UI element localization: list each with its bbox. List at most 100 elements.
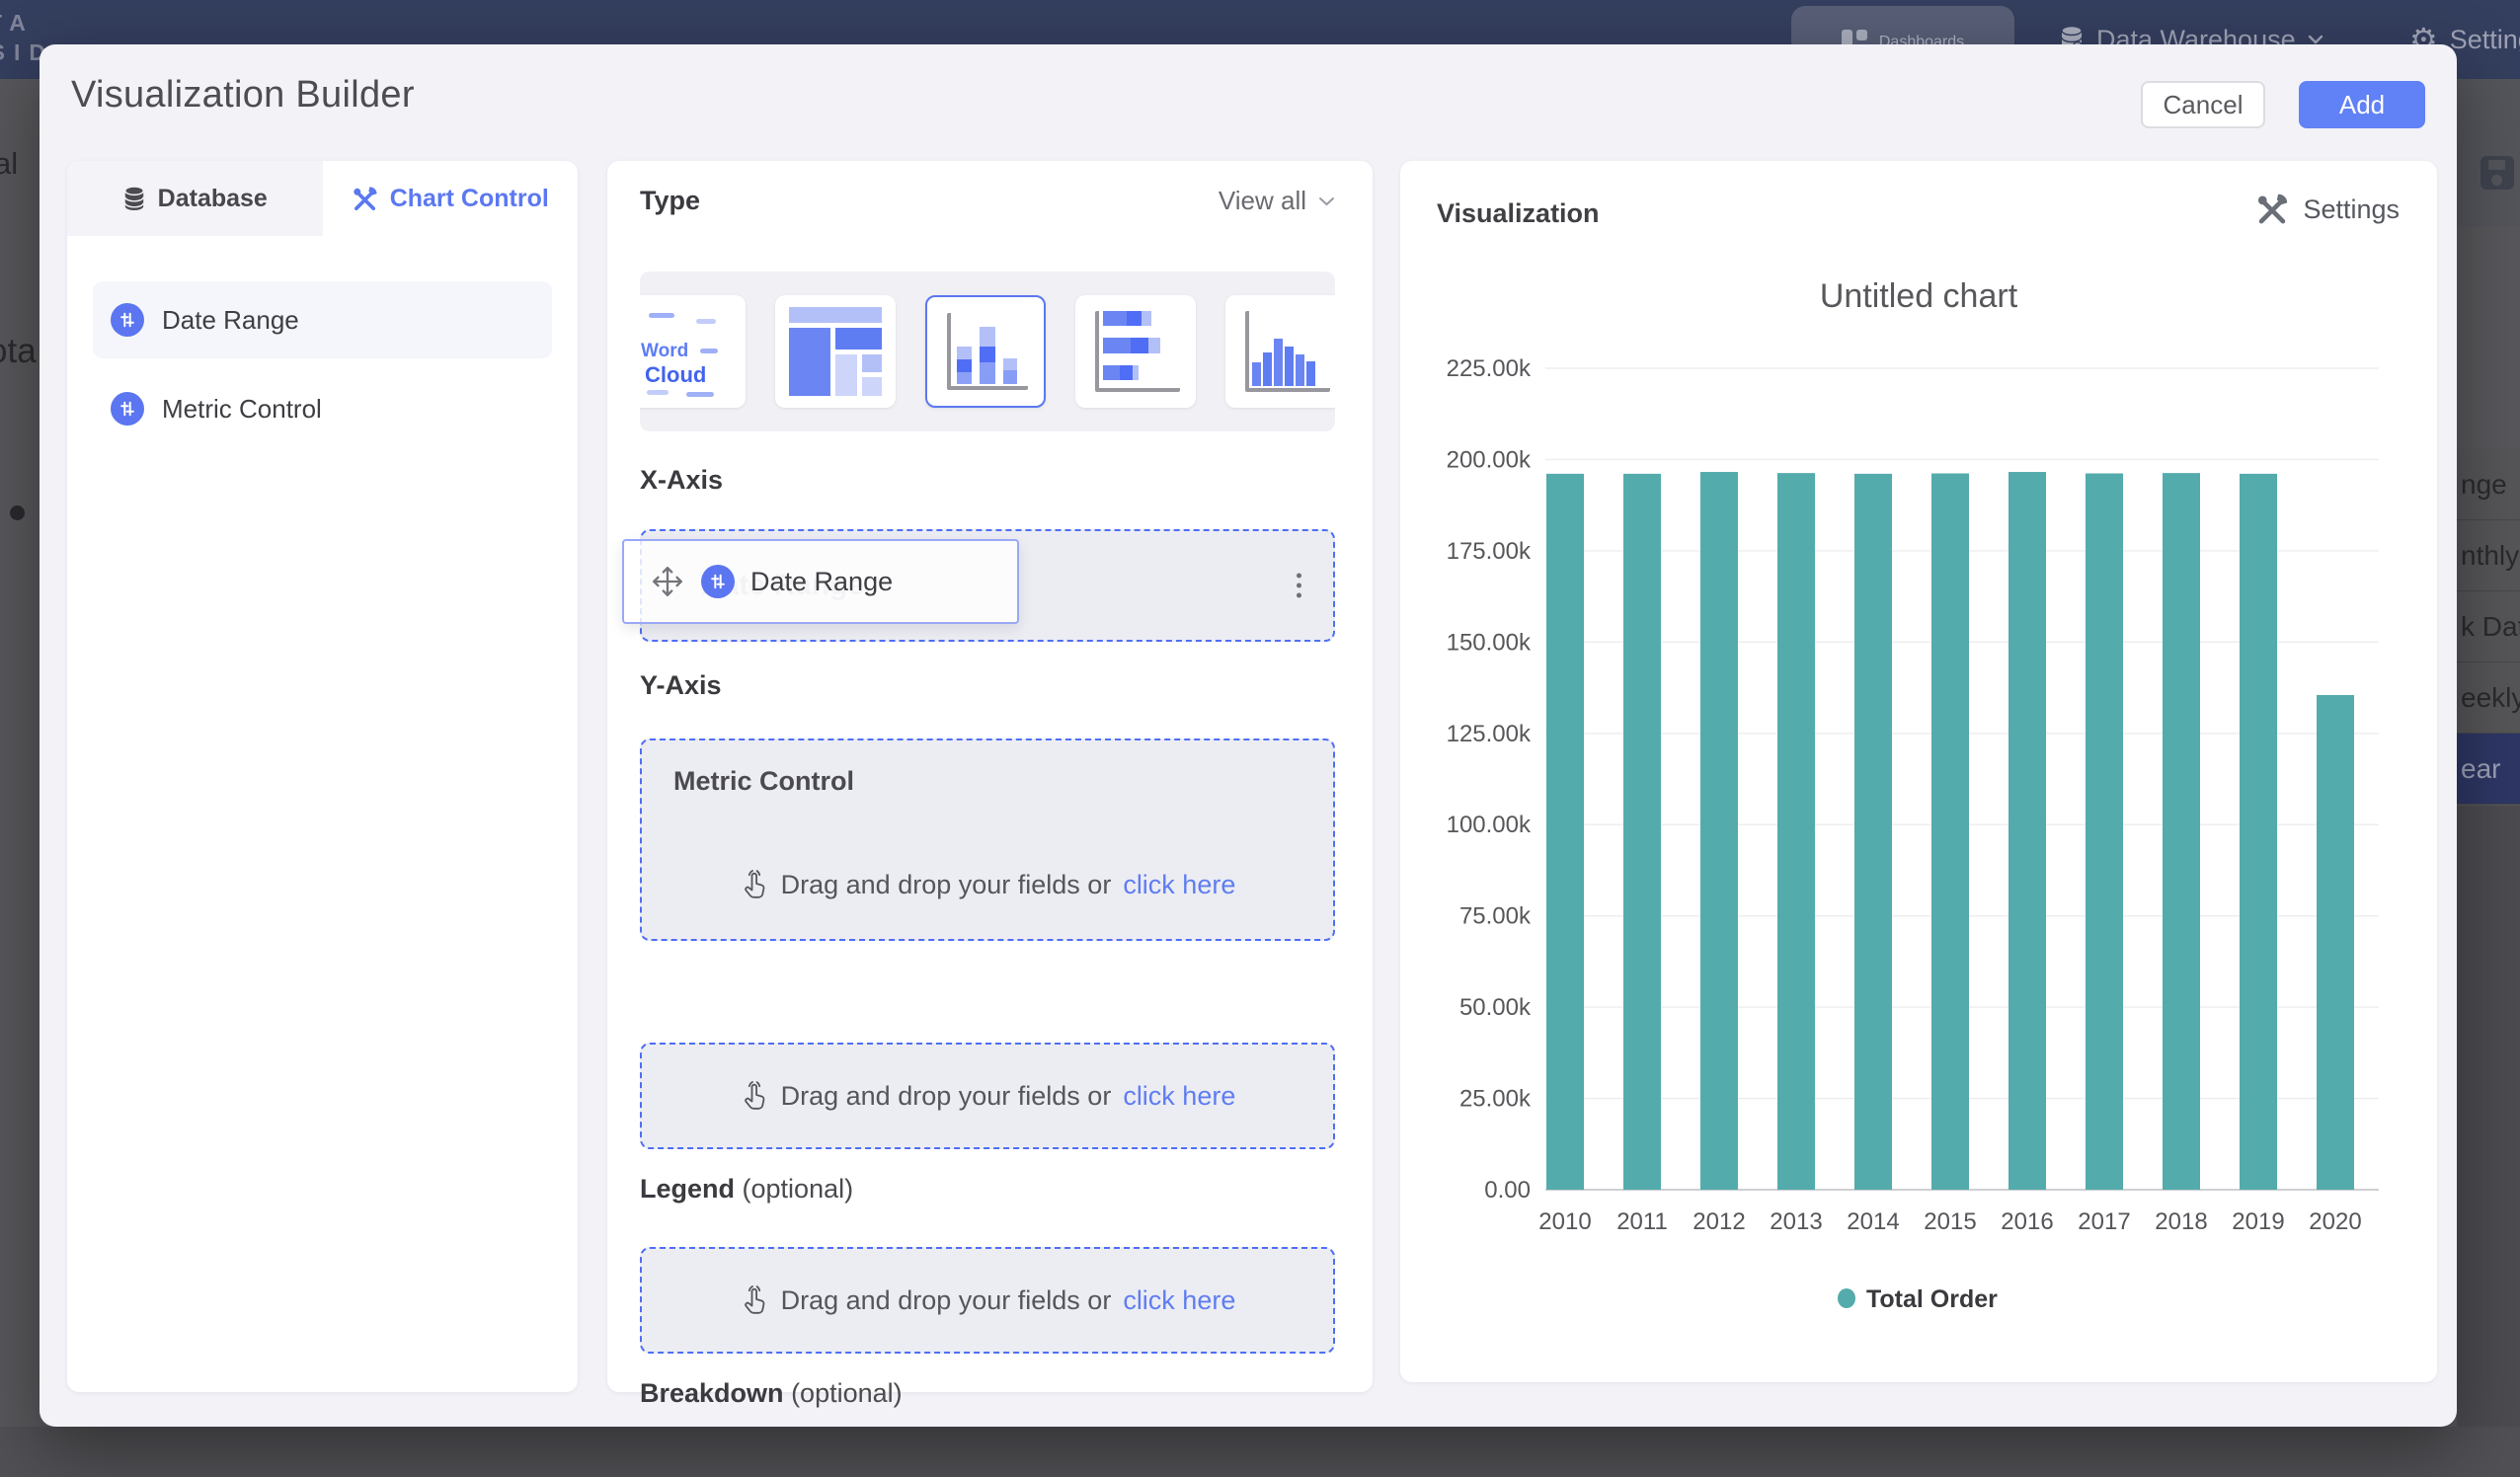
bar-2018 — [2163, 473, 2200, 1190]
word-cloud-text: Cloud — [645, 362, 706, 388]
screen: al ota nge nthly k Date eekly ear ATA NS… — [0, 0, 2520, 1477]
background-panel — [2457, 806, 2520, 1427]
control-icon — [701, 565, 735, 598]
view-all-dropdown[interactable]: View all — [1219, 186, 1335, 216]
field-item-metric-control[interactable]: Metric Control — [93, 370, 552, 447]
legend-heading: Legend (optional) — [640, 1174, 853, 1205]
click-here-link[interactable]: click here — [1123, 1285, 1235, 1316]
save-icon-disc — [2491, 175, 2502, 186]
builder-panel: Type View all Word Cloud — [607, 161, 1373, 1392]
y-tick-label: 50.00k — [1459, 994, 1532, 1021]
visualization-builder-modal: Visualization Builder Cancel Add Databas… — [39, 44, 2457, 1427]
x-tick-label: 2016 — [2001, 1208, 2053, 1235]
y-axis-dropzone[interactable]: Metric Control Drag and drop your fields… — [640, 738, 1335, 941]
view-all-label: View all — [1219, 186, 1306, 216]
move-icon — [650, 564, 685, 599]
background-text-fragment: ota — [0, 332, 37, 371]
app-logo-line1: ATA — [0, 8, 104, 38]
x-tick-label: 2014 — [1847, 1208, 1899, 1235]
x-tick-label: 2017 — [2078, 1208, 2130, 1235]
fields-tabs: Database Chart Control — [67, 161, 578, 236]
x-tick-label: 2010 — [1538, 1208, 1591, 1235]
breakdown-heading-label: Breakdown — [640, 1378, 784, 1408]
bar-2020 — [2317, 695, 2354, 1190]
x-tick-label: 2015 — [1924, 1208, 1976, 1235]
drop-hint-text: Drag and drop your fields or — [781, 1081, 1112, 1112]
drop-hint-text: Drag and drop your fields or — [781, 1285, 1112, 1316]
x-tick-label: 2019 — [2232, 1208, 2284, 1235]
x-tick-label: 2020 — [2309, 1208, 2361, 1235]
background-toolbar — [2457, 79, 2520, 227]
chip-label: Date Range — [750, 567, 893, 597]
tap-hand-icon — [740, 869, 769, 900]
control-icon — [111, 303, 144, 337]
bar-2010 — [1546, 474, 1584, 1190]
legend-heading-label: Legend — [640, 1174, 735, 1204]
legend-optional-label: (optional) — [743, 1174, 854, 1204]
cancel-button[interactable]: Cancel — [2141, 81, 2265, 128]
background-text-fragment: al — [0, 146, 18, 182]
y-tick-label: 0.00 — [1484, 1177, 1531, 1204]
dragged-field-chip[interactable]: Date Range — [622, 539, 1019, 624]
modal-title: Visualization Builder — [71, 74, 415, 117]
dropdown-item[interactable]: nthly — [2457, 520, 2520, 591]
chevron-down-icon — [1318, 196, 1335, 206]
bar-2013 — [1777, 473, 1815, 1190]
control-icon — [111, 392, 144, 426]
chart-type-horizontal-bar[interactable] — [1075, 295, 1196, 408]
y-axis-heading: Y-Axis — [640, 670, 722, 701]
breakdown-dropzone[interactable]: Drag and drop your fields or click here — [640, 1247, 1335, 1354]
tab-label: Database — [158, 185, 268, 213]
save-icon[interactable] — [2481, 156, 2514, 190]
dropdown-item-selected[interactable]: ear — [2457, 734, 2520, 805]
dropdown-item[interactable]: eekly — [2457, 662, 2520, 734]
background-dropdown: nge nthly k Date eekly ear — [2457, 449, 2520, 805]
field-label: Metric Control — [162, 394, 322, 425]
bar-2012 — [1700, 472, 1738, 1190]
bar-2015 — [1931, 473, 1969, 1190]
save-icon-slot — [2488, 160, 2505, 170]
bar-2016 — [2008, 472, 2046, 1190]
y-tick-label: 175.00k — [1447, 538, 1532, 565]
visualization-panel: Visualization Settings Untitled chart 0.… — [1400, 161, 2437, 1382]
tools-icon — [352, 186, 378, 212]
tab-label: Chart Control — [390, 185, 549, 213]
breakdown-heading: Breakdown (optional) — [640, 1378, 903, 1409]
legend-dropzone[interactable]: Drag and drop your fields or click here — [640, 1043, 1335, 1149]
chevron-down-icon — [2308, 35, 2323, 44]
background-bottom — [0, 1427, 2520, 1477]
legend-series-label: Total Order — [1866, 1285, 1998, 1313]
add-button[interactable]: Add — [2299, 81, 2425, 128]
click-here-link[interactable]: click here — [1123, 870, 1235, 900]
tab-database[interactable]: Database — [67, 161, 323, 236]
x-tick-label: 2011 — [1616, 1208, 1668, 1235]
fields-panel: Database Chart Control — [67, 161, 578, 1392]
x-tick-label: 2018 — [2155, 1208, 2207, 1235]
breakdown-optional-label: (optional) — [791, 1378, 903, 1408]
type-heading: Type — [640, 186, 700, 216]
chart-type-column[interactable] — [925, 295, 1046, 408]
kebab-menu-icon[interactable] — [1291, 568, 1307, 604]
y-tick-label: 150.00k — [1447, 629, 1532, 656]
dropdown-item[interactable]: k Date — [2457, 591, 2520, 662]
bar-chart: 0.0025.00k50.00k75.00k100.00k125.00k150.… — [1400, 161, 2437, 1382]
click-here-link[interactable]: click here — [1123, 1081, 1235, 1112]
chart-type-treemap[interactable] — [775, 295, 896, 408]
dropdown-item[interactable]: nge — [2457, 449, 2520, 520]
database-icon — [122, 186, 146, 212]
y-tick-label: 125.00k — [1447, 721, 1532, 747]
x-axis-heading: X-Axis — [640, 465, 723, 496]
x-tick-label: 2012 — [1693, 1208, 1745, 1235]
bar-2011 — [1623, 474, 1661, 1190]
y-tick-label: 200.00k — [1447, 446, 1532, 473]
y-tick-label: 225.00k — [1447, 355, 1532, 382]
bar-2017 — [2086, 473, 2123, 1190]
tap-hand-icon — [740, 1080, 769, 1112]
chart-type-word-cloud[interactable]: Word Cloud — [640, 295, 746, 408]
field-item-date-range[interactable]: Date Range — [93, 281, 552, 358]
chart-type-histogram[interactable] — [1225, 295, 1335, 408]
word-cloud-text: Word — [641, 341, 688, 362]
metric-control-label: Metric Control — [673, 766, 854, 797]
tab-chart-control[interactable]: Chart Control — [323, 161, 579, 236]
bar-2014 — [1854, 474, 1892, 1190]
